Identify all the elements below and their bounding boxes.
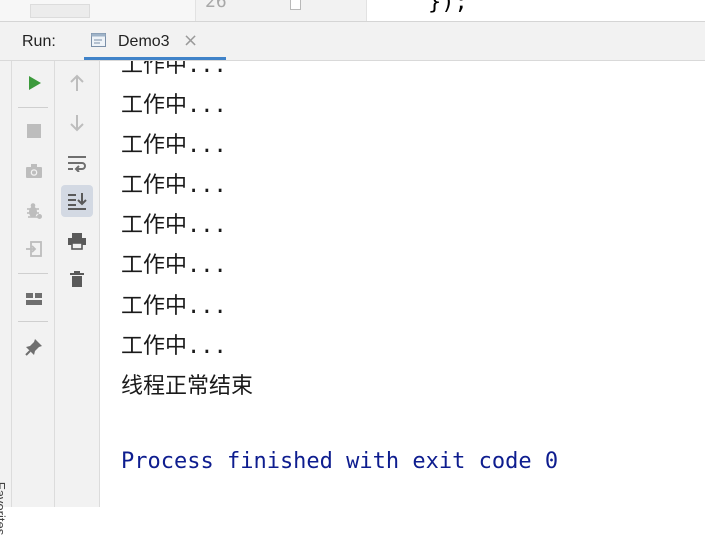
- debug-icon: [27, 203, 42, 219]
- debug-button[interactable]: [20, 197, 48, 225]
- editor-strip: 26 });: [0, 0, 705, 22]
- console-line: 工作中...: [121, 294, 227, 319]
- tab-title: Demo3: [118, 33, 170, 50]
- project-panel-strip: [0, 0, 195, 21]
- code-line[interactable]: });: [428, 0, 468, 15]
- pin-icon: [25, 339, 42, 356]
- rerun-button[interactable]: [20, 69, 48, 97]
- print-icon: [68, 233, 86, 250]
- console-line-thread-end: 线程正常结束: [121, 374, 254, 399]
- arrow-down-icon: [70, 115, 84, 132]
- exit-icon: [26, 241, 42, 257]
- layout-button[interactable]: [20, 285, 48, 313]
- camera-icon: [26, 164, 42, 178]
- tab-demo3[interactable]: Demo3 ×: [84, 22, 226, 60]
- clear-all-button[interactable]: [63, 265, 91, 293]
- console-line: 工作中...: [121, 61, 227, 78]
- console-output[interactable]: 工作中... 工作中... 工作中... 工作中... 工作中... 工作中..…: [100, 61, 705, 507]
- console-line: 工作中...: [121, 133, 227, 158]
- rerun-icon: [29, 76, 41, 90]
- scroll-to-end-icon: [68, 193, 87, 210]
- toolbar-divider: [18, 107, 48, 108]
- console-tab-icon: [90, 32, 107, 48]
- process-exit-message: Process finished with exit code 0: [121, 449, 559, 474]
- soft-wrap-icon: [68, 156, 86, 172]
- close-icon[interactable]: ×: [183, 30, 198, 51]
- fold-marker-icon[interactable]: [290, 0, 301, 10]
- run-toolbar-secondary: [55, 61, 100, 507]
- stop-button[interactable]: [20, 117, 48, 145]
- soft-wrap-button[interactable]: [63, 149, 91, 177]
- line-number: 26: [205, 0, 227, 12]
- console-line: 工作中...: [121, 173, 227, 198]
- console-line: 工作中...: [121, 253, 227, 278]
- run-window-header: Run: Demo3 ×: [0, 22, 705, 61]
- console-line: 工作中...: [121, 93, 227, 118]
- run-toolbar-primary: [12, 61, 55, 507]
- scroll-to-end-button[interactable]: [61, 185, 93, 217]
- console-line: 工作中...: [121, 334, 227, 359]
- layout-icon: [26, 293, 42, 305]
- dump-threads-button[interactable]: [20, 157, 48, 185]
- print-button[interactable]: [63, 227, 91, 255]
- run-label: Run:: [22, 33, 56, 50]
- previous-occurrence-button[interactable]: [63, 69, 91, 97]
- trash-icon: [70, 271, 84, 287]
- toolbar-divider: [18, 273, 48, 274]
- console-line: 工作中...: [121, 213, 227, 238]
- side-tool-strip: Favorites: [0, 61, 12, 535]
- toolbar-divider: [18, 321, 48, 322]
- arrow-up-icon: [70, 74, 84, 91]
- horizontal-scrollbar[interactable]: [30, 4, 90, 18]
- tab-active-indicator: [84, 57, 226, 60]
- stop-icon: [27, 124, 41, 138]
- pin-button[interactable]: [20, 333, 48, 361]
- exit-button[interactable]: [20, 235, 48, 263]
- next-occurrence-button[interactable]: [63, 109, 91, 137]
- favorites-tab[interactable]: Favorites: [0, 482, 8, 535]
